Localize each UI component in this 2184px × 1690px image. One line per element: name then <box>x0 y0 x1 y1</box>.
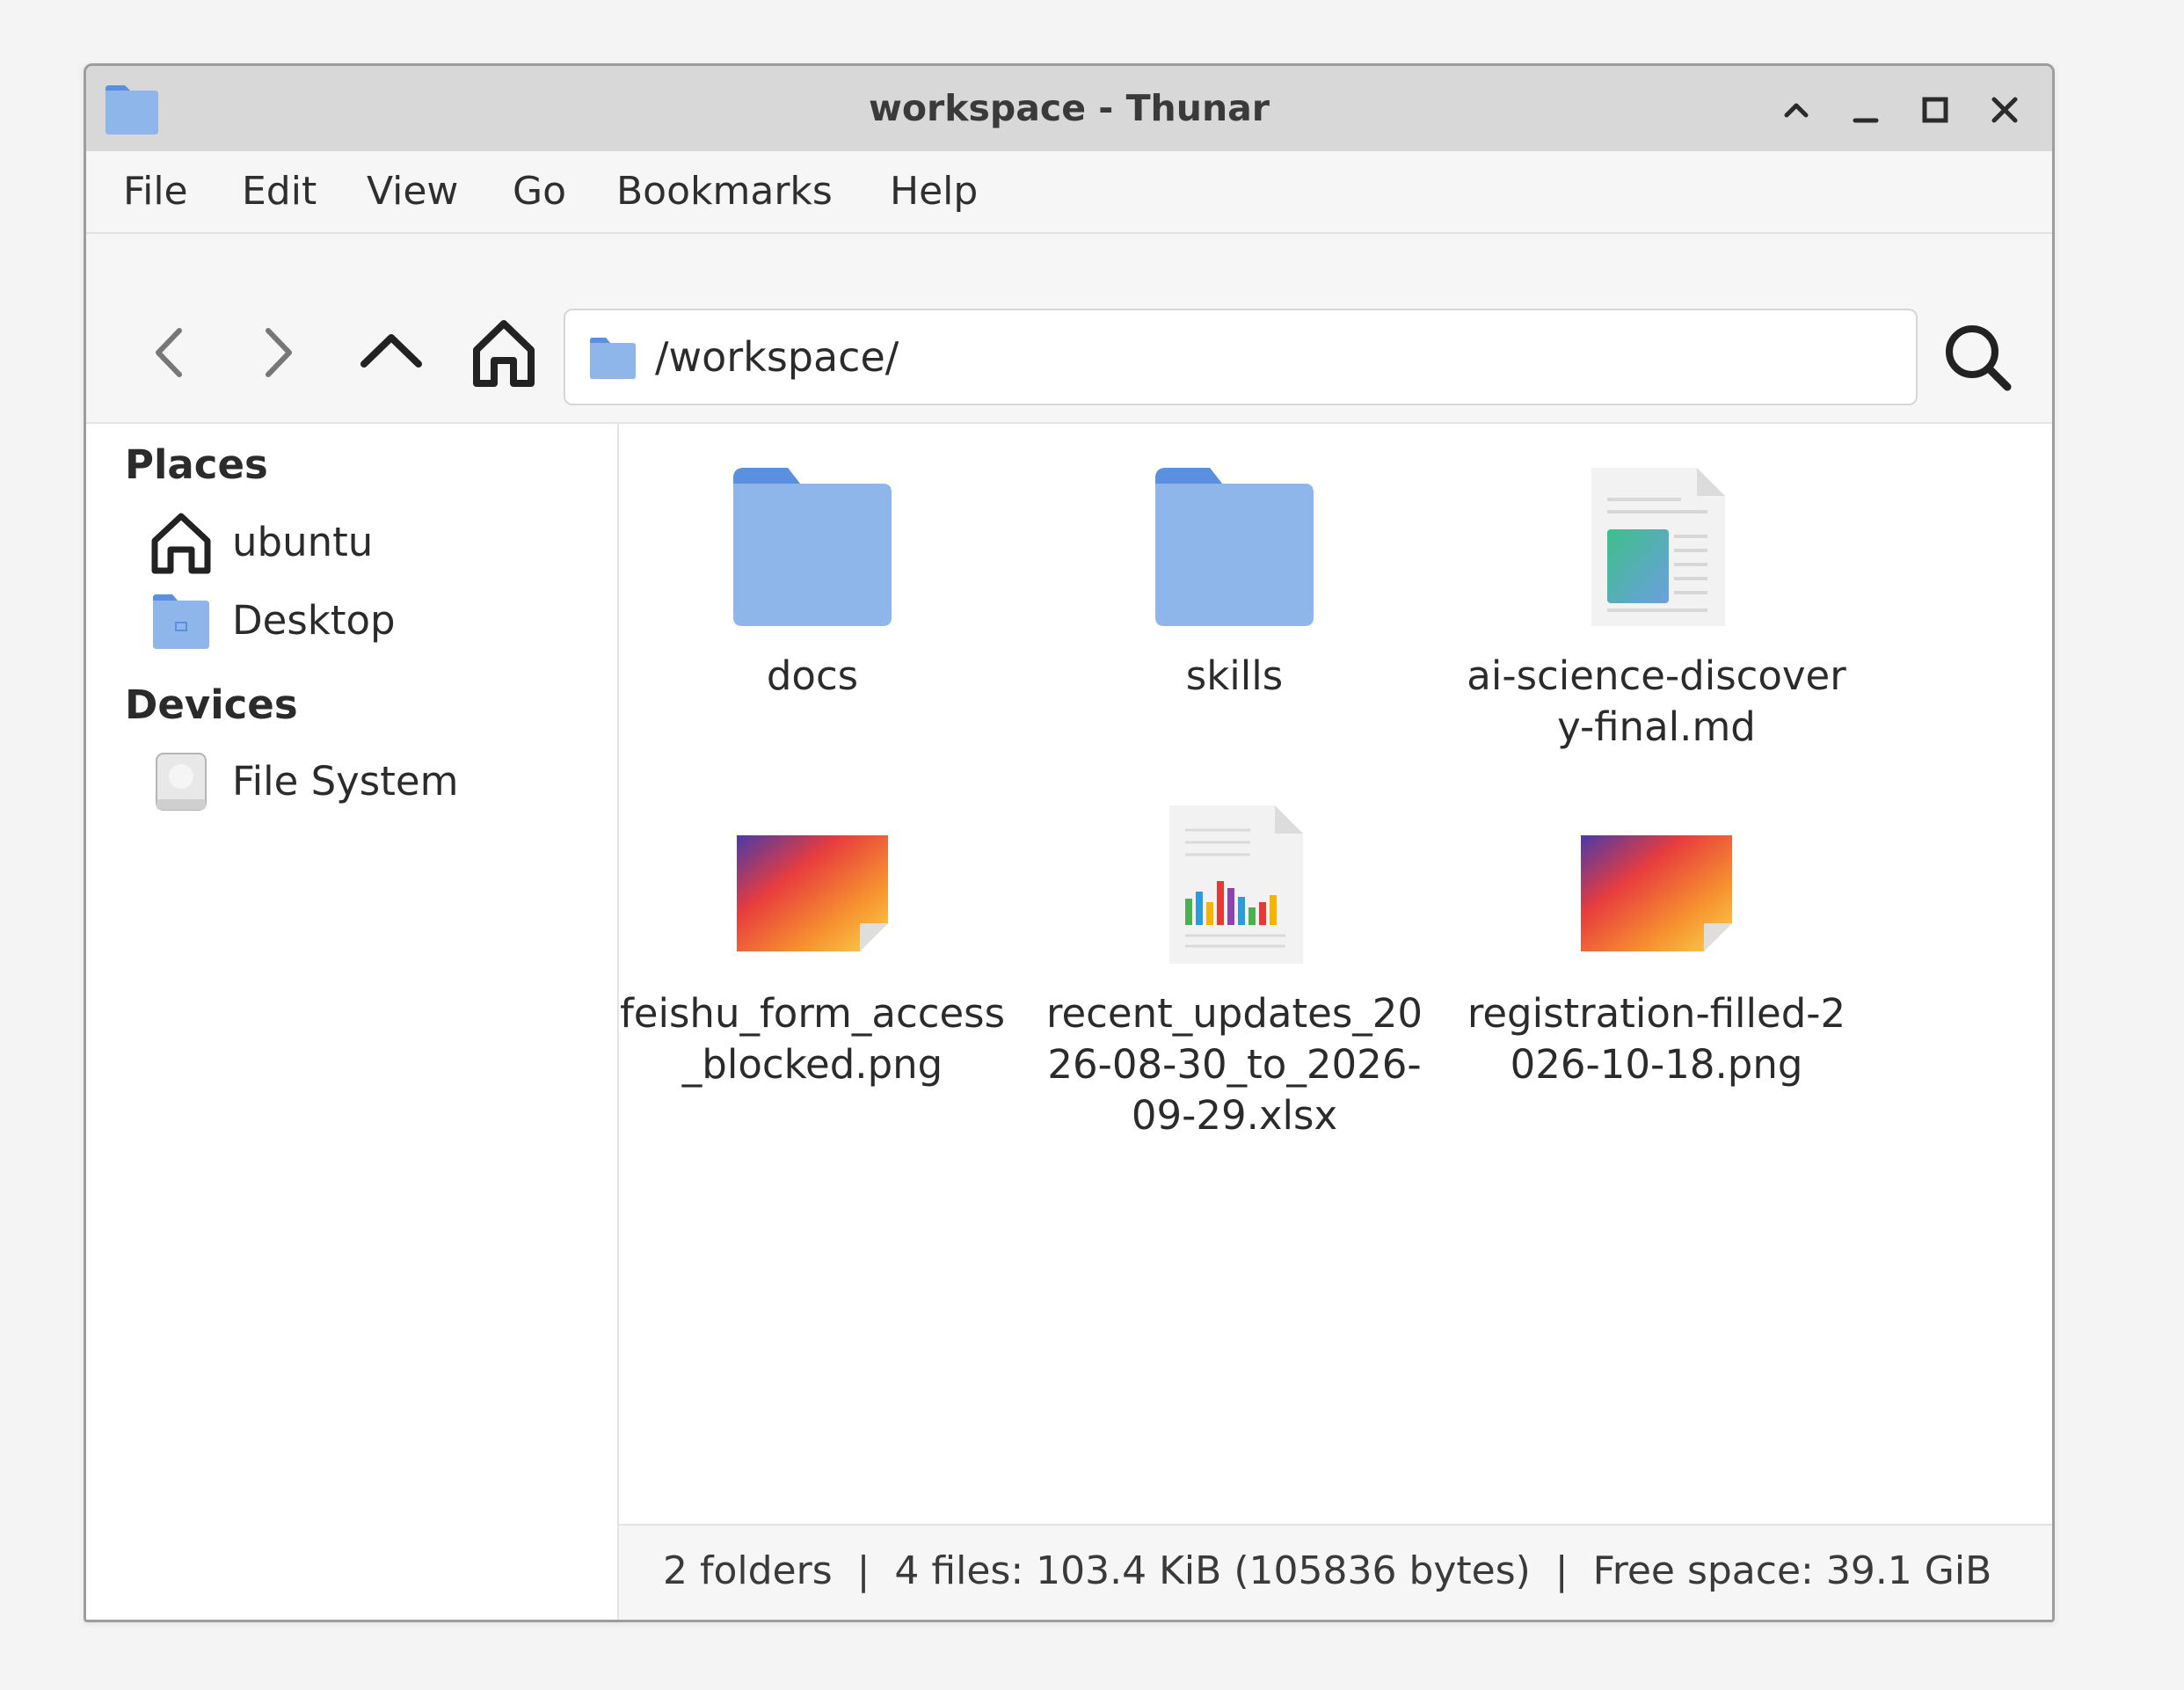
search-icon[interactable] <box>1935 315 2020 399</box>
file-item-markdown[interactable]: ai-science-discovery-final.md <box>1463 466 1850 753</box>
file-name: feishu_form_access_blocked.png <box>619 990 1006 1088</box>
menu-view[interactable]: View <box>367 151 458 232</box>
file-name: skills <box>1185 652 1284 699</box>
desktop-folder-icon <box>153 594 209 649</box>
title-bar[interactable]: workspace - Thunar <box>86 66 2052 151</box>
menu-help[interactable]: Help <box>890 151 978 232</box>
file-item-docs[interactable]: docs <box>619 466 1006 702</box>
file-item-skills[interactable]: skills <box>1041 466 1428 702</box>
places-heading: Places <box>125 441 268 488</box>
text-document-icon <box>1591 468 1725 626</box>
folder-icon <box>733 468 892 626</box>
thunar-window: workspace - Thunar File Edit View Go Boo… <box>84 63 2055 1622</box>
location-bar[interactable]: /workspace/ <box>564 309 1918 405</box>
drive-icon <box>156 753 207 811</box>
folder-icon <box>590 338 636 379</box>
chevron-up-icon[interactable] <box>352 313 431 392</box>
window-title: workspace - Thunar <box>868 87 1270 129</box>
minimize-icon[interactable] <box>1841 85 1890 135</box>
menu-file[interactable]: File <box>123 151 188 232</box>
sidebar: Places ubuntu Desktop Devices File Syste… <box>86 424 619 1620</box>
file-item-image[interactable]: feishu_form_access_blocked.png <box>619 804 1006 1090</box>
location-path: /workspace/ <box>655 333 899 381</box>
file-name: ai-science-discovery-final.md <box>1467 652 1846 750</box>
file-view: docs skills ai-science-discovery-final.m… <box>619 424 2052 1620</box>
menu-edit[interactable]: Edit <box>242 151 317 232</box>
folder-icon <box>1155 468 1314 626</box>
file-item-spreadsheet[interactable]: recent_updates_2026-08-30_to_2026-09-29.… <box>1041 804 1428 1141</box>
menu-go[interactable]: Go <box>513 151 566 232</box>
home-icon[interactable] <box>464 313 543 392</box>
sidebar-item-label: Desktop <box>232 597 396 644</box>
shade-icon[interactable] <box>1772 85 1821 135</box>
sidebar-item-desktop[interactable]: Desktop <box>148 586 605 656</box>
sidebar-item-label: File System <box>232 758 459 805</box>
chevron-left-icon[interactable] <box>130 313 209 392</box>
file-name: recent_updates_2026-08-30_to_2026-09-29.… <box>1045 990 1423 1139</box>
chevron-right-icon[interactable] <box>238 313 317 392</box>
maximize-icon[interactable] <box>1911 85 1960 135</box>
close-icon[interactable] <box>1980 85 2029 135</box>
file-name: docs <box>766 652 859 699</box>
devices-heading: Devices <box>125 681 298 728</box>
menu-bookmarks[interactable]: Bookmarks <box>616 151 833 232</box>
toolbar: /workspace/ <box>86 234 2052 424</box>
sidebar-item-label: ubuntu <box>232 519 374 565</box>
file-name: registration-filled-2026-10-18.png <box>1467 990 1846 1088</box>
sidebar-item-ubuntu[interactable]: ubuntu <box>148 507 605 578</box>
spreadsheet-icon <box>1169 805 1303 964</box>
menu-bar: File Edit View Go Bookmarks Help <box>86 151 2052 234</box>
sidebar-item-file-system[interactable]: File System <box>148 747 605 817</box>
status-bar: 2 folders | 4 files: 103.4 KiB (105836 b… <box>619 1524 2052 1620</box>
home-icon <box>151 513 211 574</box>
file-item-image[interactable]: registration-filled-2026-10-18.png <box>1463 804 1850 1090</box>
image-file-icon <box>1581 835 1732 951</box>
image-file-icon <box>737 835 888 951</box>
